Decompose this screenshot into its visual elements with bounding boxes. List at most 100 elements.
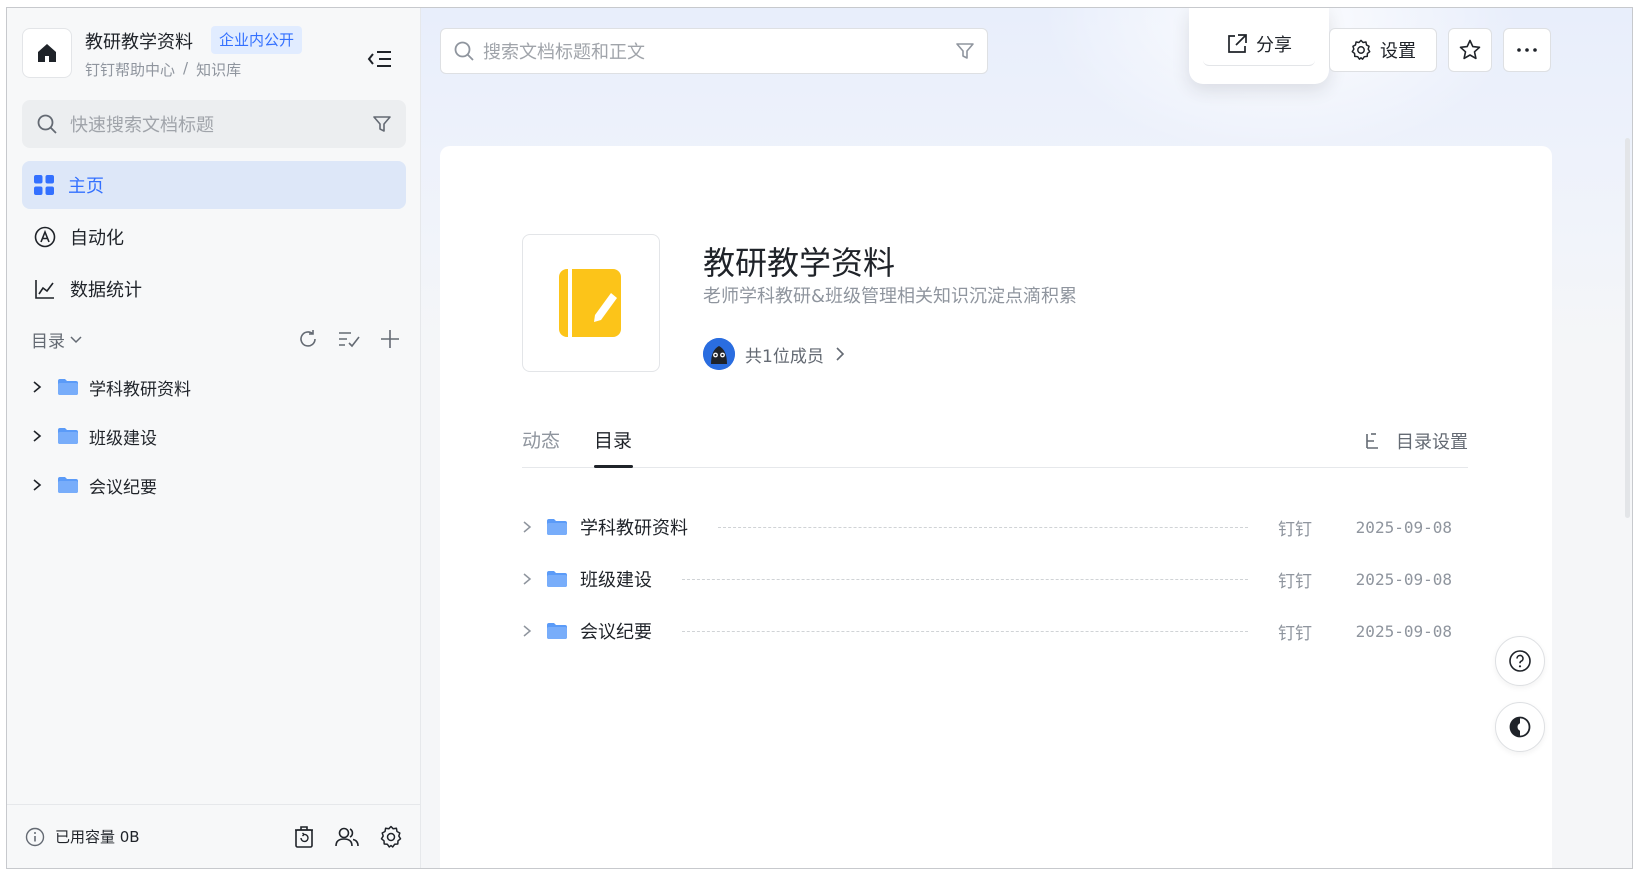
theme-icon	[1509, 716, 1531, 738]
knowledge-base-cover[interactable]	[522, 234, 660, 372]
knowledge-base-description: 老师学科教研&班级管理相关知识沉淀点滴积累	[703, 286, 1078, 307]
members-count: 共1位成员	[745, 346, 824, 367]
filter-icon[interactable]	[372, 114, 392, 134]
breadcrumb-item[interactable]: 钉钉帮助中心	[85, 59, 175, 80]
doc-search-placeholder: 搜索文档标题和正文	[483, 42, 645, 63]
folder-icon	[58, 428, 78, 444]
members-icon[interactable]	[335, 826, 359, 848]
chevron-right-icon[interactable]	[31, 380, 43, 394]
grid-icon	[34, 175, 54, 195]
search-icon	[37, 114, 57, 134]
info-icon	[25, 827, 45, 846]
row-leader-line	[718, 526, 1248, 528]
directory-row[interactable]: 班级建设 钉钉 2025-09-08	[522, 562, 1452, 596]
chevron-right-icon[interactable]	[31, 478, 43, 492]
avatar	[703, 338, 735, 370]
automation-icon	[34, 226, 56, 248]
notebook-edit-icon	[559, 269, 621, 337]
tab-directory[interactable]: 目录	[594, 426, 632, 453]
breadcrumb-item[interactable]: 知识库	[196, 59, 241, 80]
breadcrumb: 钉钉帮助中心 / 知识库	[85, 59, 241, 80]
main-area: 搜索文档标题和正文 分享 设置 教研教学资料 老师学科教研&班级管理相关知识沉淀…	[421, 8, 1632, 868]
tree-settings-icon	[1366, 433, 1378, 449]
folder-icon	[547, 519, 567, 535]
sidebar-item-home[interactable]: 主页	[22, 161, 406, 209]
more-icon	[1517, 48, 1537, 52]
theme-toggle-button[interactable]	[1495, 702, 1545, 752]
tree-item[interactable]: 学科教研资料	[31, 370, 401, 404]
more-button[interactable]	[1503, 28, 1551, 72]
sidebar-item-automation[interactable]: 自动化	[22, 213, 406, 261]
settings-button[interactable]: 设置	[1329, 28, 1437, 72]
space-title: 教研教学资料	[85, 32, 193, 53]
folder-icon	[547, 571, 567, 587]
row-name: 学科教研资料	[580, 518, 688, 539]
visibility-badge: 企业内公开	[211, 26, 303, 54]
home-button[interactable]	[22, 28, 72, 78]
storage-usage: 已用容量 0B	[55, 828, 140, 846]
chart-icon	[35, 280, 54, 299]
settings-label: 设置	[1380, 41, 1416, 62]
tab-activity[interactable]: 动态	[522, 426, 560, 453]
recycle-bin-icon[interactable]	[293, 825, 315, 849]
share-highlight: 分享	[1189, 8, 1329, 84]
add-icon[interactable]	[379, 328, 401, 350]
row-leader-line	[682, 578, 1248, 580]
search-icon	[454, 41, 474, 61]
tree-item-label: 学科教研资料	[89, 379, 191, 400]
content-tabs: 动态 目录 目录设置	[522, 416, 1468, 468]
batch-select-icon[interactable]	[337, 328, 361, 350]
directory-toggle[interactable]: 目录	[31, 327, 83, 352]
members-link[interactable]: 共1位成员	[703, 338, 846, 370]
knowledge-base-card: 教研教学资料 老师学科教研&班级管理相关知识沉淀点滴积累 共1位成员 动态 目录…	[440, 146, 1552, 868]
doc-search-input[interactable]: 搜索文档标题和正文	[440, 28, 988, 74]
collapse-sidebar-button[interactable]	[365, 44, 395, 74]
gear-icon[interactable]	[379, 825, 403, 849]
tree-item-label: 会议纪要	[89, 477, 157, 498]
collapse-icon	[367, 51, 391, 67]
scrollbar[interactable]	[1625, 138, 1630, 518]
chevron-right-icon[interactable]	[522, 624, 532, 638]
tree-item[interactable]: 班级建设	[31, 419, 401, 453]
sidebar-item-label: 数据统计	[70, 280, 142, 301]
row-name: 会议纪要	[580, 622, 652, 643]
tree-item[interactable]: 会议纪要	[31, 468, 401, 502]
filter-icon[interactable]	[955, 41, 975, 61]
directory-row[interactable]: 会议纪要 钉钉 2025-09-08	[522, 614, 1452, 648]
directory-settings-label: 目录设置	[1396, 432, 1468, 453]
folder-icon	[58, 379, 78, 395]
chevron-right-icon[interactable]	[31, 429, 43, 443]
row-leader-line	[682, 630, 1248, 632]
sidebar-footer: 已用容量 0B	[7, 804, 421, 868]
sidebar-item-label: 自动化	[70, 228, 124, 249]
share-button[interactable]: 分享	[1203, 22, 1315, 66]
help-icon	[1509, 650, 1531, 672]
row-date: 2025-09-08	[1355, 569, 1452, 589]
sidebar-search-input[interactable]: 快速搜索文档标题	[22, 100, 406, 148]
sidebar-search-placeholder: 快速搜索文档标题	[70, 115, 214, 136]
knowledge-base-title: 教研教学资料	[703, 244, 896, 282]
sidebar-item-statistics[interactable]: 数据统计	[22, 265, 406, 313]
row-owner: 钉钉	[1278, 519, 1312, 540]
chevron-right-icon[interactable]	[522, 572, 532, 586]
row-owner: 钉钉	[1278, 623, 1312, 644]
tree-item-label: 班级建设	[89, 428, 157, 449]
directory-label: 目录	[31, 331, 65, 352]
chevron-right-icon	[836, 347, 844, 361]
refresh-icon[interactable]	[297, 328, 319, 350]
share-icon	[1228, 33, 1247, 53]
row-name: 班级建设	[580, 570, 652, 591]
favorite-button[interactable]	[1448, 28, 1492, 72]
folder-icon	[547, 623, 567, 639]
sidebar: 教研教学资料 企业内公开 钉钉帮助中心 / 知识库 快速搜索文档标题 主页 自动…	[7, 8, 421, 868]
breadcrumb-separator: /	[183, 59, 189, 77]
share-label: 分享	[1256, 34, 1292, 56]
gear-icon	[1351, 39, 1371, 60]
app-window: 教研教学资料 企业内公开 钉钉帮助中心 / 知识库 快速搜索文档标题 主页 自动…	[6, 7, 1633, 869]
active-tab-indicator	[594, 465, 633, 468]
directory-settings-button[interactable]: 目录设置	[1364, 428, 1468, 454]
chevron-right-icon[interactable]	[522, 520, 532, 534]
directory-row[interactable]: 学科教研资料 钉钉 2025-09-08	[522, 510, 1452, 544]
row-date: 2025-09-08	[1355, 621, 1452, 641]
help-button[interactable]	[1495, 636, 1545, 686]
